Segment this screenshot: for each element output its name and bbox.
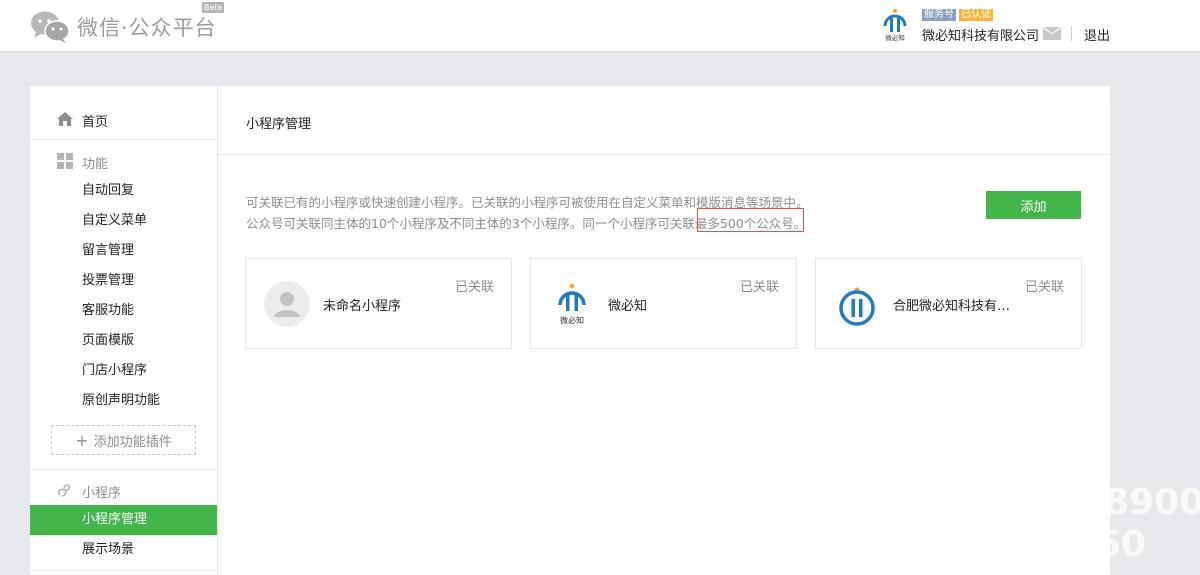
- linked-status: 已关联: [739, 280, 779, 295]
- sidebar-miniprogram-label: 小程序: [82, 486, 122, 501]
- miniprogram-card[interactable]: 合肥微必知科技有… 已关联: [815, 258, 1082, 349]
- add-plugin-button[interactable]: + 添加功能插件: [51, 425, 196, 455]
- miniprogram-card[interactable]: 微必知 微必知 已关联: [530, 258, 797, 349]
- top-header: 微信·公众平台 Beta 微必知 服务号 已认证 微必知科技有限公司 退出: [0, 0, 1200, 52]
- description-line-2-text: 公众号可关联同主体的10个小程序及不同主体的3个小程序。同一个小程序可关联: [246, 216, 695, 231]
- sidebar-section-miniprogram: 小程序: [30, 479, 217, 501]
- sidebar-divider: [30, 469, 217, 470]
- wechat-mp-logo[interactable]: 微信·公众平台: [30, 10, 217, 44]
- sidebar-home-label: 首页: [82, 115, 109, 130]
- sidebar-item-customer-service[interactable]: 客服功能: [30, 296, 217, 326]
- grid-icon: [57, 153, 73, 169]
- watermark-text: 8900: [1104, 482, 1200, 523]
- miniprogram-name: 未命名小程序: [323, 299, 402, 314]
- miniprogram-card[interactable]: 未命名小程序 已关联: [245, 258, 512, 349]
- sidebar: 首页 功能 自动回复 自定义菜单 留言管理 投票管理 客服功能 页面模版 门店小…: [30, 86, 218, 575]
- plus-icon: +: [75, 430, 89, 450]
- linked-status: 已关联: [1024, 280, 1064, 295]
- add-button[interactable]: 添加: [986, 191, 1081, 219]
- service-account-badge: 服务号: [922, 9, 956, 21]
- sidebar-divider: [30, 139, 217, 140]
- link-icon: [57, 484, 71, 497]
- weibizhi-logo-icon: 微必知: [549, 281, 595, 327]
- linked-status: 已关联: [454, 280, 494, 295]
- sidebar-divider: [30, 570, 217, 571]
- account-name[interactable]: 微必知科技有限公司: [922, 25, 1039, 44]
- sidebar-item-store-miniprogram[interactable]: 门店小程序: [30, 356, 217, 386]
- sidebar-item-home[interactable]: 首页: [30, 108, 217, 130]
- weibizhi-round-logo-icon: [834, 281, 880, 327]
- svg-text:微必知: 微必知: [885, 33, 905, 42]
- miniprogram-name: 合肥微必知科技有…: [893, 299, 1011, 314]
- sidebar-item-auto-reply[interactable]: 自动回复: [30, 176, 217, 206]
- sidebar-item-custom-menu[interactable]: 自定义菜单: [30, 206, 217, 236]
- miniprogram-name: 微必知: [608, 299, 648, 314]
- sidebar-item-display-scenes[interactable]: 展示场景: [30, 535, 217, 565]
- sidebar-item-comments[interactable]: 留言管理: [30, 236, 217, 266]
- sidebar-section-features: 功能: [30, 150, 217, 172]
- default-avatar-icon: [264, 281, 310, 327]
- sidebar-item-original-declaration[interactable]: 原创声明功能: [30, 386, 217, 416]
- logout-link[interactable]: 退出: [1084, 25, 1110, 44]
- sidebar-item-miniprogram-management[interactable]: 小程序管理: [30, 505, 217, 535]
- header-separator: [1071, 26, 1072, 41]
- wechat-icon: [31, 11, 70, 43]
- watermark-text: 60: [1096, 524, 1147, 565]
- platform-title: 微信·公众平台: [77, 16, 217, 40]
- page-title: 小程序管理: [246, 117, 312, 132]
- sidebar-item-page-templates[interactable]: 页面模版: [30, 326, 217, 356]
- mail-icon[interactable]: [1043, 27, 1061, 40]
- add-plugin-label: 添加功能插件: [93, 434, 172, 450]
- title-divider: [218, 154, 1110, 155]
- card-logo-text: 微必知: [560, 315, 584, 325]
- account-logo[interactable]: 微必知: [880, 8, 910, 42]
- highlight-box: [697, 208, 804, 232]
- main-panel: 小程序管理 可关联已有的小程序或快速创建小程序。已关联的小程序可被使用在自定义菜…: [218, 86, 1110, 575]
- home-icon: [57, 112, 73, 126]
- sidebar-features-label: 功能: [82, 157, 109, 172]
- verified-badge: 已认证: [959, 9, 993, 21]
- sidebar-item-voting[interactable]: 投票管理: [30, 266, 217, 296]
- beta-badge: Beta: [202, 2, 225, 13]
